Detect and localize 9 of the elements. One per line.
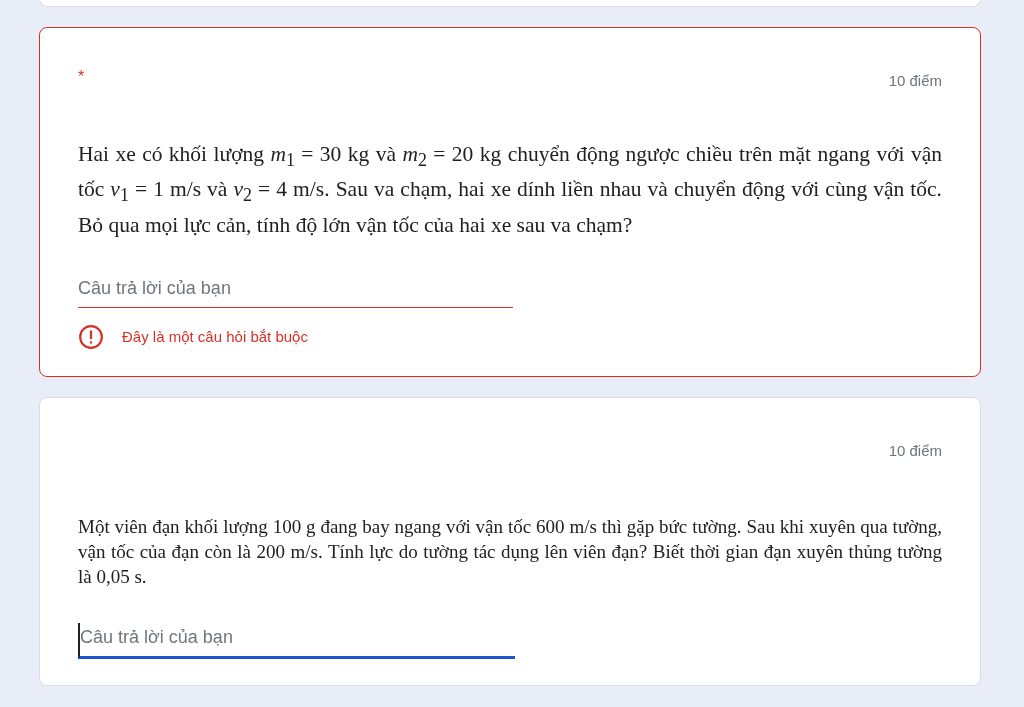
error-icon — [78, 323, 104, 350]
question-text: Một viên đạn khối lượng 100 g đang bay ngang với vận tốc 600 m/s thì gặp bức tường. Sau khi xuyên qua tường, vận tốc của đạn còn là 200 m/s. Tính lực do tường tác dụng lên viên đạn? Biết thời gian đạn xuyên thủng tường là 0,05 s. — [78, 514, 942, 589]
answer-field[interactable]: Câu trả lời của bạn — [78, 273, 513, 308]
points-label: 10 điểm — [888, 441, 942, 459]
question-text: Hai xe có khối lượng m$_{1}$ = 30 kg và m$_{2}$ = 20 kg chuyển động ngược chiều trên mặt ngang với vận tốc v$_{1}$ = 1 m/s và v$_{2}$ = 4 m/s. Sau va chạm, hai xe dính liền nhau và chuyển động với cùng vận tốc. Bỏ qua mọi lực cản, tính độ lớn vận tốc của hai xe sau va chạm? — [78, 141, 942, 239]
error-message: Đây là một câu hỏi bắt buộc — [122, 328, 308, 346]
points-label: 10 điểm — [888, 72, 942, 89]
required-mark: * — [78, 68, 85, 86]
answer-field[interactable]: Câu trả lời của bạn — [78, 622, 515, 659]
